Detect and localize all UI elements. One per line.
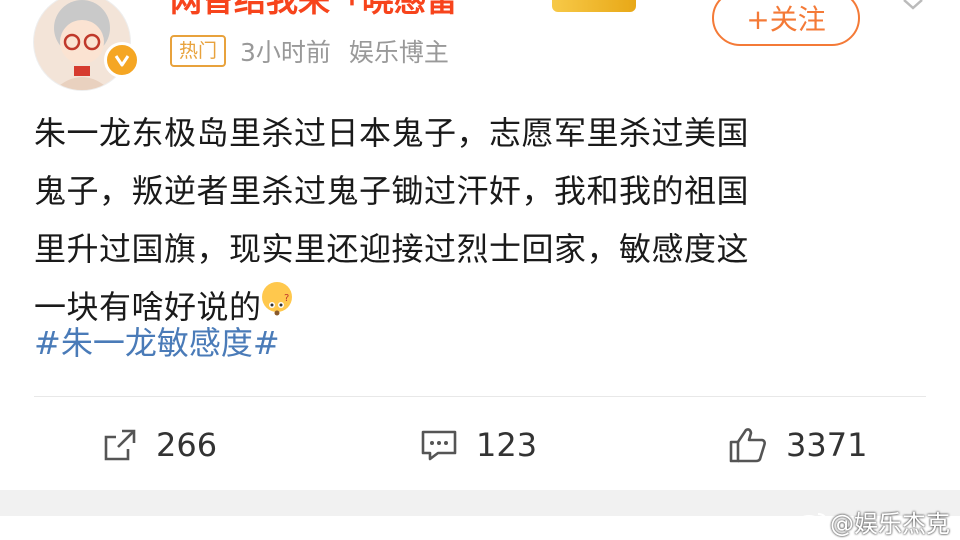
like-icon <box>729 428 766 463</box>
comment-count: 123 <box>476 426 538 464</box>
comment-icon <box>421 430 457 461</box>
repost-count: 266 <box>156 426 218 464</box>
user-role: 娱乐博主 <box>348 38 449 67</box>
username[interactable]: 网昏结我来「晓感雷 <box>170 0 458 20</box>
more-chevron-icon[interactable] <box>902 0 924 10</box>
hashtag-link[interactable]: #朱一龙敏感度# <box>34 318 280 368</box>
repost-icon <box>104 429 136 461</box>
content-line: 里升过国旗，现实里还迎接过烈士回家，敏感度这 <box>34 230 750 268</box>
divider <box>34 396 926 397</box>
comment-button[interactable]: 123 <box>420 420 537 470</box>
content-line: 鬼子，叛逆者里杀过鬼子锄过汗奸，我和我的祖国 <box>34 172 750 210</box>
weibo-logo-icon <box>796 513 827 533</box>
follow-button[interactable]: +关注 <box>712 0 860 46</box>
content-line: 朱一龙东极岛里杀过日本鬼子，志愿军里杀过美国 <box>34 114 750 152</box>
post-time: 3小时前 <box>240 38 331 67</box>
like-button[interactable]: 3371 <box>728 420 867 470</box>
like-count: 3371 <box>786 426 868 464</box>
post-content: 朱一龙东极岛里杀过日本鬼子，志愿军里杀过美国 鬼子，叛逆者里杀过鬼子锄过汗奸，我… <box>34 104 924 336</box>
repost-button[interactable]: 266 <box>102 420 217 470</box>
watermark: @娱乐杰克 <box>830 510 950 538</box>
hot-tag: 热门 <box>170 35 227 67</box>
verified-icon <box>104 42 140 78</box>
thinking-emoji: ? <box>261 282 292 316</box>
svg-text:?: ? <box>284 293 290 304</box>
vip-badge <box>552 0 636 12</box>
post-meta: 热门 3小时前 娱乐博主 <box>170 34 449 68</box>
